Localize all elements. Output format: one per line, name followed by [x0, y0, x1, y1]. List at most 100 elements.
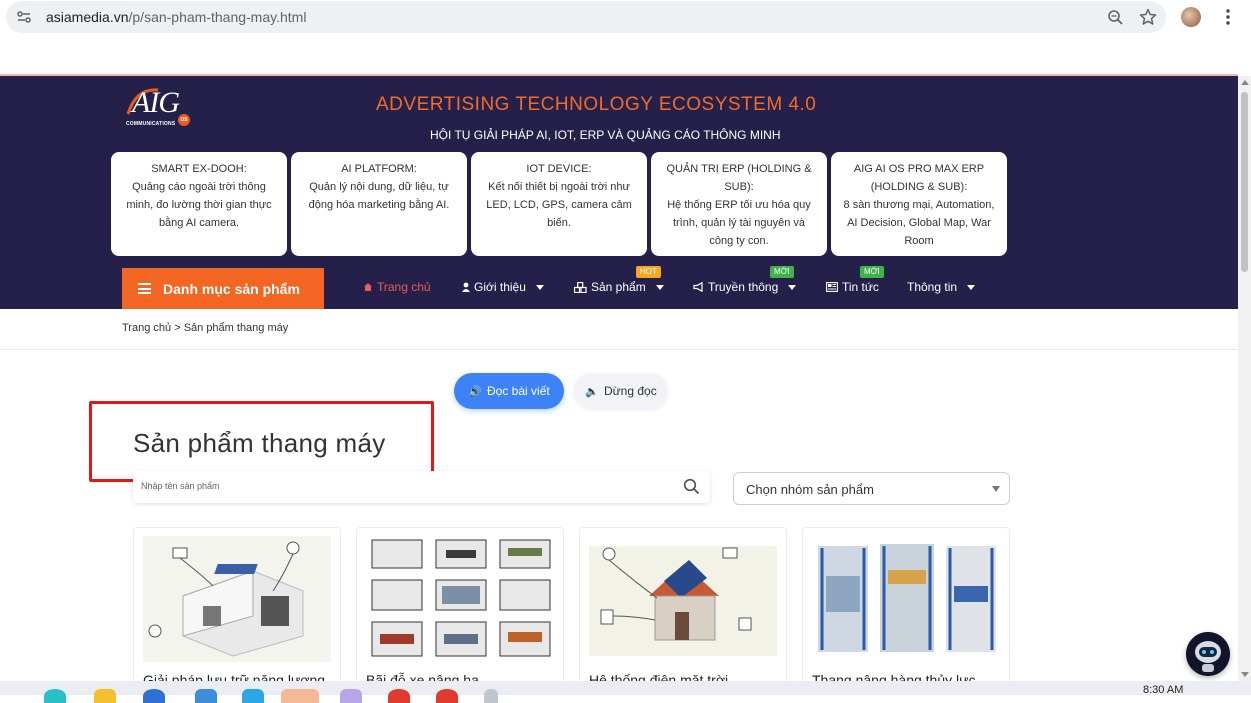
product-image [589, 546, 777, 656]
breadcrumb-current: Sản phẩm thang máy [183, 322, 289, 334]
scroll-up-arrow-icon[interactable] [1241, 80, 1249, 85]
url-path: /p/san-pham-thang-may.html [128, 9, 307, 25]
breadcrumb-home[interactable]: Trang chủ [122, 322, 171, 334]
feature-card-title: SMART EX-DOOH: [151, 163, 247, 175]
main-nav: Danh mục sản phẩm Trang chủ Giới thiệu S… [0, 266, 1238, 309]
url-text[interactable]: asiamedia.vn/p/san-pham-thang-may.html [46, 9, 306, 25]
new-badge: MỚI [770, 266, 794, 278]
product-card[interactable]: Giải pháp lưu trữ năng lượng [133, 527, 341, 695]
url-host: asiamedia.vn [46, 9, 129, 25]
stop-reading-label: Dừng đọc [603, 384, 657, 398]
product-card[interactable]: Bãi đỗ xe nâng hạ [356, 527, 564, 695]
read-article-button[interactable]: 🔊 Đọc bài viết [454, 373, 564, 409]
nav-item-news[interactable]: Tin tức MỚI [826, 266, 884, 294]
feature-card[interactable]: SMART EX-DOOH: Quảng cáo ngoài trời thôn… [111, 152, 287, 256]
taskbar-clock[interactable]: 8:30 AM [1143, 684, 1183, 696]
feature-card-title: AI PLATFORM: [341, 163, 417, 175]
logo-os-badge: OS [178, 114, 190, 126]
page-viewport: AIG COMMUNICATIONS OS ADVERTISING TECHNO… [0, 76, 1238, 695]
feature-card-title: AIG AI OS PRO MAX ERP (HOLDING & SUB): [853, 163, 985, 193]
nav-item-label: Truyền thông [708, 280, 779, 294]
zoom-icon[interactable] [1107, 9, 1124, 26]
breadcrumb-separator: > [174, 322, 181, 334]
feature-card-title: QUẢN TRỊ ERP (HOLDING & SUB): [666, 163, 812, 193]
feature-card-desc: Quảng cáo ngoài trời thông minh, đo lườn… [126, 181, 272, 229]
product-card[interactable]: Thang nâng hàng thủy lực [802, 527, 1010, 695]
product-image [812, 536, 1000, 662]
taskbar-active-app-icon[interactable] [281, 689, 319, 703]
nav-item-label: Sản phẩm [591, 280, 646, 294]
taskbar-chrome-icon[interactable] [388, 689, 410, 703]
nav-item-info[interactable]: Thông tin [907, 280, 976, 294]
site-logo[interactable]: AIG COMMUNICATIONS OS [124, 84, 194, 132]
home-icon [364, 283, 372, 291]
feature-cards: SMART EX-DOOH: Quảng cáo ngoài trời thôn… [111, 152, 1011, 256]
taskbar-app-icon[interactable] [242, 689, 264, 703]
taskbar-app-icon[interactable] [484, 689, 498, 703]
taskbar-app-icon[interactable] [44, 689, 66, 703]
site-info-icon[interactable] [16, 9, 32, 25]
nav-item-home[interactable]: Trang chủ [363, 280, 431, 294]
breadcrumb: Trang chủ > Sản phẩm thang máy [122, 322, 288, 334]
browser-menu-icon[interactable] [1220, 8, 1236, 26]
product-search-box [133, 471, 710, 503]
feature-card-desc: Hệ thống ERP tối ưu hóa quy trình, quản … [667, 199, 811, 247]
megaphone-icon [693, 282, 703, 292]
header-title: ADVERTISING TECHNOLOGY ECOSYSTEM 4.0 [376, 94, 817, 115]
page-scrollbar[interactable] [1238, 76, 1251, 681]
hot-badge: HOT [636, 266, 661, 278]
nav-item-media[interactable]: Truyền thông MỚI [693, 266, 797, 294]
chevron-down-icon [655, 284, 664, 290]
bookmark-star-icon[interactable] [1139, 8, 1157, 26]
speaker-mute-icon: 🔈 [585, 385, 599, 398]
product-group-select-value: Chọn nhóm sản phẩm [746, 482, 874, 497]
feature-card[interactable]: AIG AI OS PRO MAX ERP (HOLDING & SUB): 8… [831, 152, 1007, 256]
nav-item-about[interactable]: Giới thiệu [462, 280, 544, 294]
newspaper-icon [826, 282, 838, 292]
breadcrumb-divider [0, 349, 1238, 350]
feature-card-desc: 8 sàn thương mại, Automation, AI Decisio… [843, 199, 995, 247]
product-category-menu-button[interactable]: Danh mục sản phẩm [122, 268, 324, 309]
feature-card[interactable]: AI PLATFORM: Quản lý nội dung, dữ liệu, … [291, 152, 467, 256]
feature-card-title: IOT DEVICE: [526, 163, 592, 175]
speaker-icon: 🔊 [468, 385, 482, 398]
taskbar-browser-icon[interactable] [143, 689, 165, 703]
nav-item-label: Tin tức [842, 280, 879, 294]
product-search-input[interactable] [141, 477, 671, 495]
product-group-select[interactable]: Chọn nhóm sản phẩm [733, 472, 1010, 505]
stop-reading-button[interactable]: 🔈 Dừng đọc [574, 373, 668, 409]
product-card[interactable]: Hệ thống điện mặt trời [579, 527, 787, 695]
user-icon [462, 282, 470, 292]
browser-toolbar: asiamedia.vn/p/san-pham-thang-may.html [0, 0, 1251, 34]
header-subtitle: HỘI TỤ GIẢI PHÁP AI, IOT, ERP VÀ QUẢNG C… [430, 128, 781, 142]
logo-subtext: COMMUNICATIONS [126, 121, 176, 127]
address-bar[interactable]: asiamedia.vn/p/san-pham-thang-may.html [6, 1, 1166, 33]
taskbar-app-icon[interactable] [195, 689, 217, 703]
profile-avatar[interactable] [1181, 7, 1201, 27]
feature-card-desc: Quản lý nội dung, dữ liệu, tự động hóa m… [308, 181, 450, 211]
taskbar-app-icon[interactable] [340, 689, 362, 703]
read-article-label: Đọc bài viết [487, 384, 550, 398]
site-header: AIG COMMUNICATIONS OS ADVERTISING TECHNO… [0, 76, 1238, 309]
nav-item-products[interactable]: Sản phẩm HOT [574, 266, 664, 294]
menu-button-label: Danh mục sản phẩm [163, 280, 300, 297]
page-title: Sản phẩm thang máy [133, 428, 386, 458]
feature-card[interactable]: IOT DEVICE: Kết nối thiết bị ngoài trời … [471, 152, 647, 256]
chevron-down-icon [535, 284, 544, 290]
chevron-down-icon [788, 284, 797, 290]
product-image [143, 536, 331, 662]
os-taskbar: 8:30 AM [0, 681, 1251, 703]
taskbar-chrome-icon[interactable] [436, 689, 458, 703]
scroll-down-arrow-icon[interactable] [1241, 672, 1249, 677]
nav-item-label: Giới thiệu [474, 280, 526, 294]
feature-card[interactable]: QUẢN TRỊ ERP (HOLDING & SUB): Hệ thống E… [651, 152, 827, 256]
cubes-icon [574, 281, 587, 293]
chevron-down-icon [992, 486, 1000, 492]
chevron-down-icon [967, 284, 976, 290]
taskbar-folder-icon[interactable] [94, 689, 116, 703]
scroll-thumb[interactable] [1241, 92, 1248, 272]
chatbot-robot-icon[interactable] [1186, 632, 1230, 676]
search-icon[interactable] [683, 478, 700, 495]
nav-item-label: Thông tin [907, 280, 958, 294]
nav-item-label: Trang chủ [377, 280, 431, 294]
